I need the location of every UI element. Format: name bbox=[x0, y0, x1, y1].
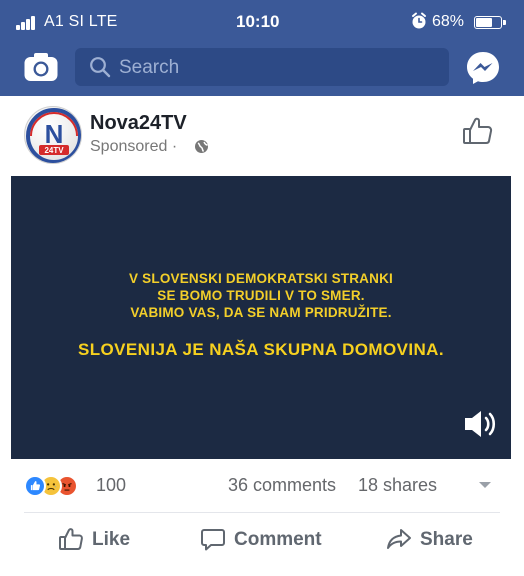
comments-count[interactable]: 36 comments bbox=[228, 475, 336, 496]
post-header: N 24TV Nova24TV Sponsored · bbox=[0, 96, 524, 176]
like-label: Like bbox=[92, 529, 131, 550]
post-actions: Like Comment Share bbox=[0, 516, 524, 564]
thumbs-up-icon bbox=[59, 528, 83, 550]
status-time: 10:10 bbox=[236, 12, 280, 31]
page-name[interactable]: Nova24TV bbox=[90, 112, 187, 135]
speaker-icon[interactable] bbox=[463, 408, 499, 440]
messenger-icon[interactable] bbox=[465, 50, 501, 86]
search-icon bbox=[90, 57, 111, 78]
battery-icon bbox=[474, 16, 506, 29]
signal-strength-icon bbox=[16, 16, 38, 30]
post-stats: 100 36 comments 18 shares bbox=[0, 466, 524, 506]
share-button[interactable]: Share bbox=[386, 522, 486, 558]
avatar-subtext: 24TV bbox=[44, 146, 64, 155]
page-avatar[interactable]: N 24TV bbox=[24, 106, 82, 164]
like-button[interactable]: Like bbox=[58, 522, 158, 558]
reaction-count[interactable]: 100 bbox=[96, 475, 126, 496]
video-headline: SLOVENIJA JE NAŠA SKUPNA DOMOVINA. bbox=[78, 340, 444, 359]
avatar-letter: N bbox=[45, 119, 64, 149]
carrier-label: A1 SI LTE bbox=[44, 13, 118, 30]
video-caption-line: SE BOMO TRUDILI V TO SMER. bbox=[157, 288, 365, 303]
like-reaction-icon bbox=[24, 475, 46, 497]
alarm-icon bbox=[412, 12, 426, 29]
divider bbox=[24, 512, 500, 513]
comment-button[interactable]: Comment bbox=[200, 522, 340, 558]
share-icon bbox=[387, 529, 411, 549]
status-bar: A1 SI LTE 10:10 68% bbox=[0, 0, 524, 44]
comment-label: Comment bbox=[234, 529, 322, 550]
camera-icon[interactable] bbox=[23, 51, 59, 83]
comment-icon bbox=[201, 529, 225, 551]
video-caption-line: VABIMO VAS, DA SE NAM PRIDRUŽITE. bbox=[130, 305, 392, 320]
thumbs-up-icon[interactable] bbox=[462, 116, 494, 146]
video-caption: V SLOVENSKI DEMOKRATSKI STRANKI SE BOMO … bbox=[11, 270, 511, 321]
globe-icon bbox=[195, 140, 208, 153]
chevron-down-icon[interactable] bbox=[478, 480, 492, 490]
reactions-summary[interactable] bbox=[24, 474, 96, 498]
search-input[interactable]: Search bbox=[75, 48, 449, 86]
battery-percent: 68% bbox=[432, 13, 465, 30]
top-bar: A1 SI LTE 10:10 68% Search bbox=[0, 0, 524, 96]
nova24tv-logo-icon: N 24TV bbox=[26, 108, 81, 163]
share-label: Share bbox=[420, 529, 473, 550]
video-caption-line: V SLOVENSKI DEMOKRATSKI STRANKI bbox=[129, 271, 393, 286]
video-player[interactable]: V SLOVENSKI DEMOKRATSKI STRANKI SE BOMO … bbox=[11, 176, 511, 459]
search-placeholder: Search bbox=[119, 57, 180, 78]
shares-count[interactable]: 18 shares bbox=[358, 475, 437, 496]
sponsored-label: Sponsored · bbox=[90, 138, 178, 155]
